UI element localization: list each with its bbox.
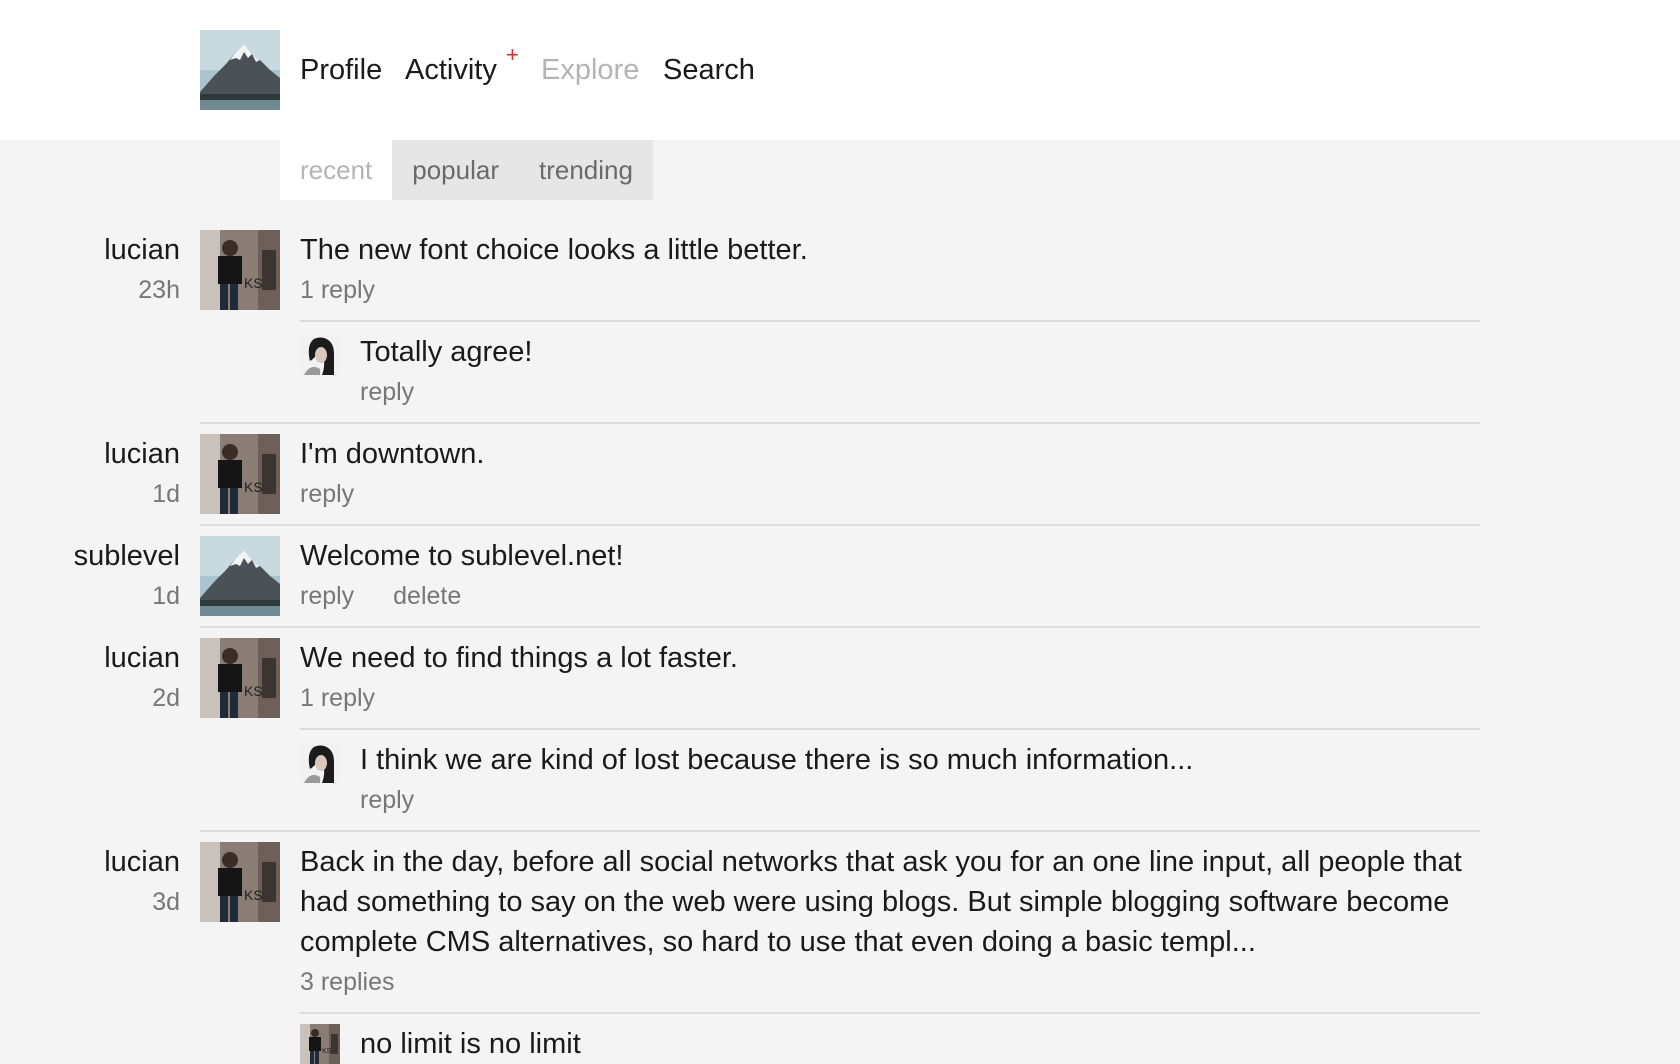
reply-actions: reply <box>360 372 446 412</box>
replies-count-link[interactable]: 3 replies <box>300 968 395 996</box>
post-meta: lucian 1d <box>104 434 180 514</box>
divider <box>200 524 1480 526</box>
post-actions: reply <box>300 474 386 514</box>
reply-actions: reply <box>360 780 446 820</box>
post-time: 1d <box>152 480 180 508</box>
post-text: Welcome to sublevel.net! <box>300 540 624 572</box>
tab-recent[interactable]: recent <box>280 140 393 200</box>
reply-text: Totally agree! <box>360 336 533 368</box>
avatar[interactable] <box>200 638 280 718</box>
divider <box>300 320 1480 322</box>
post-username[interactable]: lucian <box>104 434 180 474</box>
post-actions: reply delete <box>300 576 493 616</box>
avatar[interactable] <box>200 842 280 922</box>
reply-text: I think we are kind of lost because ther… <box>360 744 1194 776</box>
divider <box>300 1012 1480 1014</box>
post-text: I'm downtown. <box>300 438 485 470</box>
post-time: 1d <box>152 582 180 610</box>
reply-avatar[interactable] <box>300 335 340 375</box>
divider <box>200 830 1480 832</box>
avatar[interactable] <box>200 434 280 514</box>
post-meta: lucian 3d <box>104 842 180 922</box>
reply-link[interactable]: reply <box>360 378 414 406</box>
tab-trending[interactable]: trending <box>519 140 653 200</box>
replies-count-link[interactable]: 1 reply <box>300 276 375 304</box>
post-username[interactable]: sublevel <box>74 536 180 576</box>
reply-text: no limit is no limit <box>360 1028 581 1060</box>
post-username[interactable]: lucian <box>104 638 180 678</box>
divider <box>200 626 1480 628</box>
post-actions: 1 reply <box>300 678 407 718</box>
post-username[interactable]: lucian <box>104 842 180 882</box>
post-time: 3d <box>152 888 180 916</box>
post-text: The new font choice looks a little bette… <box>300 234 808 266</box>
post-time: 2d <box>152 684 180 712</box>
post-text: Back in the day, before all social netwo… <box>300 846 1462 958</box>
reply-avatar[interactable] <box>300 743 340 783</box>
nav-profile[interactable]: Profile <box>300 52 382 88</box>
site-logo[interactable] <box>200 30 280 110</box>
reply-avatar[interactable] <box>300 1024 340 1064</box>
reply-link[interactable]: reply <box>300 582 354 610</box>
post-actions: 1 reply <box>300 270 407 310</box>
avatar[interactable] <box>200 230 280 310</box>
avatar[interactable] <box>200 536 280 616</box>
post-text: We need to find things a lot faster. <box>300 642 738 674</box>
divider <box>200 422 1480 424</box>
activity-new-badge: + <box>506 42 519 67</box>
post-meta: sublevel 1d <box>74 536 180 616</box>
tab-popular[interactable]: popular <box>392 140 519 200</box>
delete-link[interactable]: delete <box>393 582 461 610</box>
top-header: Profile Activity + Explore Search <box>0 0 1680 140</box>
post-meta: lucian 23h <box>104 230 180 310</box>
feed-tabs: recent popular trending <box>280 140 653 200</box>
reply-link[interactable]: reply <box>300 480 354 508</box>
nav-activity[interactable]: Activity <box>405 52 497 88</box>
reply-link[interactable]: reply <box>360 786 414 814</box>
post-username[interactable]: lucian <box>104 230 180 270</box>
post-meta: lucian 2d <box>104 638 180 718</box>
nav-search[interactable]: Search <box>663 52 755 88</box>
post-time: 23h <box>138 276 180 304</box>
nav-explore[interactable]: Explore <box>541 52 639 88</box>
replies-count-link[interactable]: 1 reply <box>300 684 375 712</box>
divider <box>300 728 1480 730</box>
post-actions: 3 replies <box>300 962 427 1002</box>
